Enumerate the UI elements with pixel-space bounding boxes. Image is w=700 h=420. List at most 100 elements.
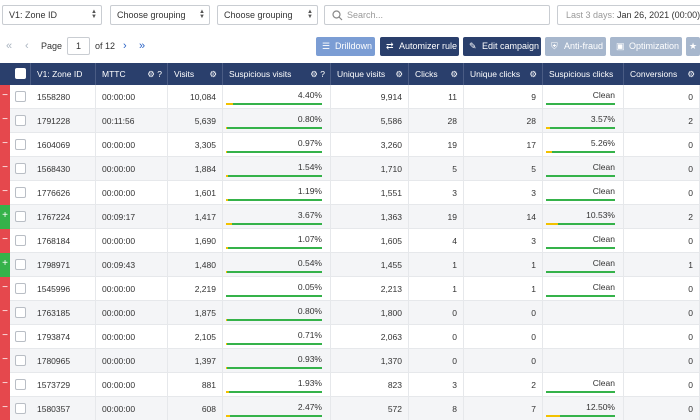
last-page-icon[interactable]: »: [139, 39, 145, 53]
table-row[interactable]: −1780965 00:00:00 1,397 0.93% 1,370 0 0 0: [0, 349, 700, 373]
gear-icon[interactable]: ⚙: [450, 69, 458, 79]
search-input[interactable]: [347, 6, 547, 24]
header-clicks[interactable]: Clicks ⚙: [409, 63, 464, 85]
grouping-select-2-value: Choose grouping: [224, 10, 293, 20]
table-row[interactable]: −1768184 00:00:00 1,690 1.07% 1,605 4 3 Clean 0: [0, 229, 700, 253]
gear-icon[interactable]: ⚙: [147, 69, 155, 79]
header-unique-visits[interactable]: Unique visits ⚙: [331, 63, 409, 85]
percent-text: 0.05%: [297, 282, 322, 292]
table-row[interactable]: −1573729 00:00:00 881 1.93% 823 3 2 Clean 0: [0, 373, 700, 397]
row-checkbox[interactable]: [15, 355, 26, 366]
exclude-minus-icon[interactable]: −: [0, 301, 10, 325]
exclude-minus-icon[interactable]: −: [0, 373, 10, 397]
grouping-select-2[interactable]: Choose grouping ▲ ▼: [217, 5, 318, 25]
header-conversions[interactable]: Conversions ⚙: [624, 63, 700, 85]
gear-icon[interactable]: ⚙: [310, 69, 318, 79]
row-checkbox[interactable]: [15, 187, 26, 198]
include-plus-icon[interactable]: +: [0, 205, 10, 229]
header-zone-id[interactable]: V1: Zone ID: [31, 63, 96, 85]
fraud-share-fill: [226, 175, 229, 177]
exclude-minus-icon[interactable]: −: [0, 397, 10, 420]
header-mttc[interactable]: MTTC ⚙ ?: [96, 63, 168, 85]
edit-campaign-button[interactable]: ✎ Edit campaign: [463, 37, 541, 56]
gear-icon[interactable]: ⚙: [395, 69, 403, 79]
gear-icon[interactable]: ⚙: [529, 69, 537, 79]
row-checkbox[interactable]: [15, 379, 26, 390]
next-page-icon[interactable]: ›: [123, 39, 127, 53]
row-checkbox[interactable]: [15, 163, 26, 174]
exclude-minus-icon[interactable]: −: [0, 133, 10, 157]
prev-page-icon[interactable]: ‹: [25, 39, 29, 53]
anti-fraud-button[interactable]: ⛨ Anti-fraud: [545, 37, 606, 56]
first-page-icon[interactable]: «: [6, 39, 12, 53]
select-all-checkbox[interactable]: [15, 68, 26, 79]
cell-visits: 1,397: [168, 349, 223, 373]
grouping-select-1[interactable]: Choose grouping ▲ ▼: [110, 5, 210, 25]
percent-text: 0.71%: [297, 330, 322, 340]
row-checkbox[interactable]: [15, 91, 26, 102]
question-icon[interactable]: ?: [157, 69, 162, 79]
fraud-share-fill: [226, 151, 228, 153]
exclude-minus-icon[interactable]: −: [0, 85, 10, 109]
header-visits[interactable]: Visits ⚙: [168, 63, 223, 85]
table-row[interactable]: −1604069 00:00:00 3,305 0.97% 3,260 19 17 5.26%…: [0, 133, 700, 157]
exclude-minus-icon[interactable]: −: [0, 109, 10, 133]
row-checkbox[interactable]: [15, 211, 26, 222]
row-checkbox[interactable]: [15, 259, 26, 270]
table-row[interactable]: −1545996 00:00:00 2,219 0.05% 2,213 1 1 Clean 0: [0, 277, 700, 301]
optimization-button[interactable]: ▣ Optimization: [610, 37, 682, 56]
cell-conversions: 2: [624, 109, 700, 133]
cell-unique-visits: 1,551: [331, 181, 409, 205]
exclude-minus-icon[interactable]: −: [0, 181, 10, 205]
percent-text: Clean: [592, 90, 615, 100]
cell-clicks: 5: [409, 157, 464, 181]
fraud-share-bar: [546, 199, 615, 201]
cell-unique-visits: 1,370: [331, 349, 409, 373]
question-icon[interactable]: ?: [320, 69, 325, 79]
fraud-share-fill: [226, 127, 228, 129]
header-suspicious-visits[interactable]: Suspicious visits ⚙ ?: [223, 63, 331, 85]
row-checkbox[interactable]: [15, 403, 26, 414]
table-row[interactable]: −1791228 00:11:56 5,639 0.80% 5,586 28 28 3.57%…: [0, 109, 700, 133]
fraud-share-bar: [226, 391, 322, 393]
fraud-share-bar: [226, 151, 322, 153]
fraud-share-fill: [226, 319, 228, 321]
header-suspicious-clicks[interactable]: Suspicious clicks: [543, 63, 624, 85]
table-row[interactable]: −1793874 00:00:00 2,105 0.71% 2,063 0 0 0: [0, 325, 700, 349]
row-checkbox[interactable]: [15, 331, 26, 342]
gear-icon[interactable]: ⚙: [687, 69, 695, 79]
header-unique-clicks[interactable]: Unique clicks ⚙: [464, 63, 543, 85]
page-number-input[interactable]: [67, 37, 90, 55]
drilldown-button[interactable]: ☰ Drilldown: [316, 37, 375, 56]
table-row[interactable]: −1558280 00:00:00 10,084 4.40% 9,914 11 9 Clean…: [0, 85, 700, 109]
cell-clicks: 0: [409, 349, 464, 373]
drilldown-label: Drilldown: [335, 41, 373, 51]
exclude-minus-icon[interactable]: −: [0, 157, 10, 181]
row-checkbox[interactable]: [15, 115, 26, 126]
table-row[interactable]: +1798971 00:09:43 1,480 0.54% 1,455 1 1 Clean 1: [0, 253, 700, 277]
table-row[interactable]: −1568430 00:00:00 1,884 1.54% 1,710 5 5 Clean 0: [0, 157, 700, 181]
gear-icon[interactable]: ⚙: [209, 69, 217, 79]
exclude-minus-icon[interactable]: −: [0, 325, 10, 349]
automizer-rule-button[interactable]: ⇄ Automizer rule: [380, 37, 459, 56]
row-checkbox[interactable]: [15, 139, 26, 150]
grouping-select-1-value: Choose grouping: [117, 10, 186, 20]
favorite-button[interactable]: ★: [686, 37, 700, 56]
date-range-picker[interactable]: Last 3 days: Jan 26, 2021 (00:00) - J: [557, 5, 700, 25]
cell-zone-id: 1791228: [31, 109, 96, 133]
zone-select[interactable]: V1: Zone ID ▲ ▼: [2, 5, 102, 25]
table-row[interactable]: −1776626 00:00:00 1,601 1.19% 1,551 3 3 Clean 0: [0, 181, 700, 205]
exclude-minus-icon[interactable]: −: [0, 229, 10, 253]
table-row[interactable]: −1763185 00:00:00 1,875 0.80% 1,800 0 0 0: [0, 301, 700, 325]
window-icon: ▣: [616, 41, 625, 51]
exclude-minus-icon[interactable]: −: [0, 349, 10, 373]
row-checkbox[interactable]: [15, 283, 26, 294]
date-range-label: Last 3 days:: [566, 10, 615, 20]
row-checkbox[interactable]: [15, 235, 26, 246]
table-row[interactable]: −1580357 00:00:00 608 2.47% 572 8 7 12.50% 0: [0, 397, 700, 420]
include-plus-icon[interactable]: +: [0, 253, 10, 277]
exclude-minus-icon[interactable]: −: [0, 277, 10, 301]
table-row[interactable]: +1767224 00:09:17 1,417 3.67% 1,363 19 14 10.53…: [0, 205, 700, 229]
cell-suspicious-visits: 1.19%: [223, 181, 331, 205]
row-checkbox[interactable]: [15, 307, 26, 318]
